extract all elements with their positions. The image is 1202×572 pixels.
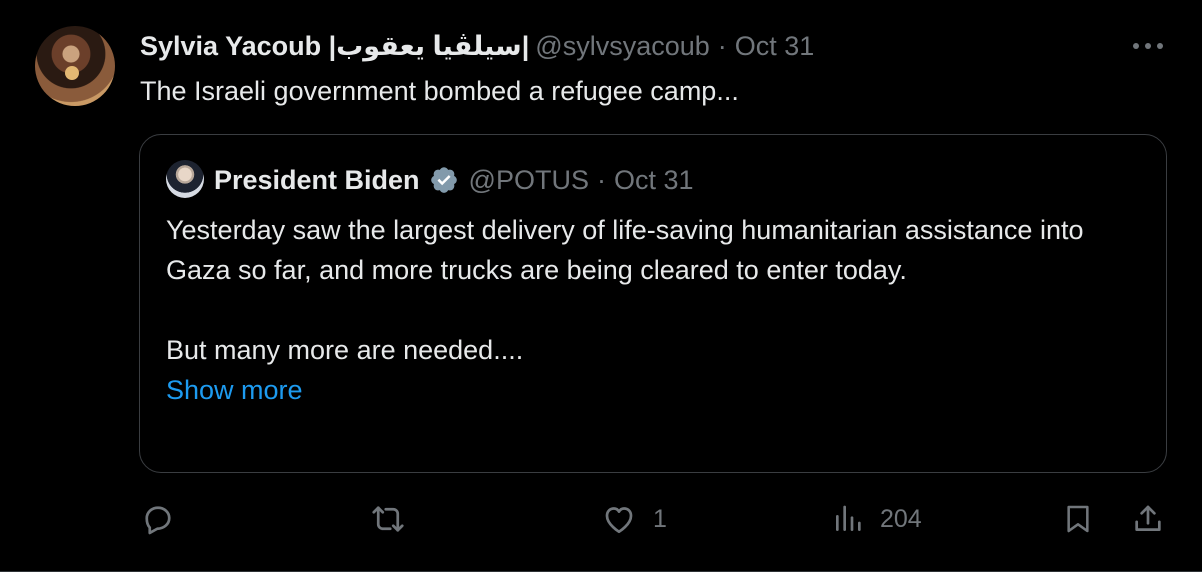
avatar-detail xyxy=(65,66,79,80)
more-options-button[interactable] xyxy=(1130,34,1166,58)
quoted-header-separator: · xyxy=(596,164,606,195)
quoted-tweet-header: President Biden @POTUS · Oct 31 xyxy=(214,161,694,199)
author-handle[interactable]: @sylvsyacoub xyxy=(535,31,709,62)
quoted-tweet-timestamp[interactable]: Oct 31 xyxy=(614,165,694,196)
views-button[interactable]: 204 xyxy=(832,496,922,542)
reply-button[interactable] xyxy=(140,496,176,542)
show-more-link[interactable]: Show more xyxy=(166,375,303,405)
tweet[interactable]: Sylvia Yacoub |سيلڤيا يعقوب| @sylvsyacou… xyxy=(0,0,1202,572)
quoted-author-avatar[interactable] xyxy=(166,160,204,198)
like-count: 1 xyxy=(653,504,667,533)
heart-icon xyxy=(605,507,633,534)
share-icon xyxy=(1135,505,1161,531)
quoted-paragraph-1: Yesterday saw the largest delivery of li… xyxy=(166,215,1084,285)
quoted-paragraph-2: But many more are needed.... xyxy=(166,335,524,365)
tweet-timestamp[interactable]: Oct 31 xyxy=(735,31,815,62)
tweet-text: The Israeli government bombed a refugee … xyxy=(140,76,739,106)
quoted-tweet[interactable]: President Biden @POTUS · Oct 31 Yesterda… xyxy=(139,134,1167,473)
like-button[interactable]: 1 xyxy=(601,496,667,542)
more-horizontal-icon xyxy=(1133,43,1163,49)
government-verified-badge-icon xyxy=(429,165,459,195)
header-separator: · xyxy=(717,30,727,61)
author-display-name[interactable]: Sylvia Yacoub |سيلڤيا يعقوب| xyxy=(140,31,529,62)
tweet-header: Sylvia Yacoub |سيلڤيا يعقوب| @sylvsyacou… xyxy=(140,28,814,64)
action-bar: 1 204 xyxy=(0,496,1202,542)
bookmark-button[interactable] xyxy=(1062,496,1094,542)
bookmark-icon xyxy=(1067,505,1089,533)
author-avatar[interactable] xyxy=(35,26,115,106)
quoted-tweet-body: Yesterday saw the largest delivery of li… xyxy=(166,210,1146,410)
views-count: 204 xyxy=(880,504,922,533)
views-icon xyxy=(836,505,861,531)
quoted-author-display-name[interactable]: President Biden xyxy=(214,165,420,196)
quoted-author-handle[interactable]: @POTUS xyxy=(469,165,589,196)
reply-icon xyxy=(145,506,171,535)
repost-icon xyxy=(372,506,404,532)
share-button[interactable] xyxy=(1131,496,1165,542)
repost-button[interactable] xyxy=(369,496,407,542)
